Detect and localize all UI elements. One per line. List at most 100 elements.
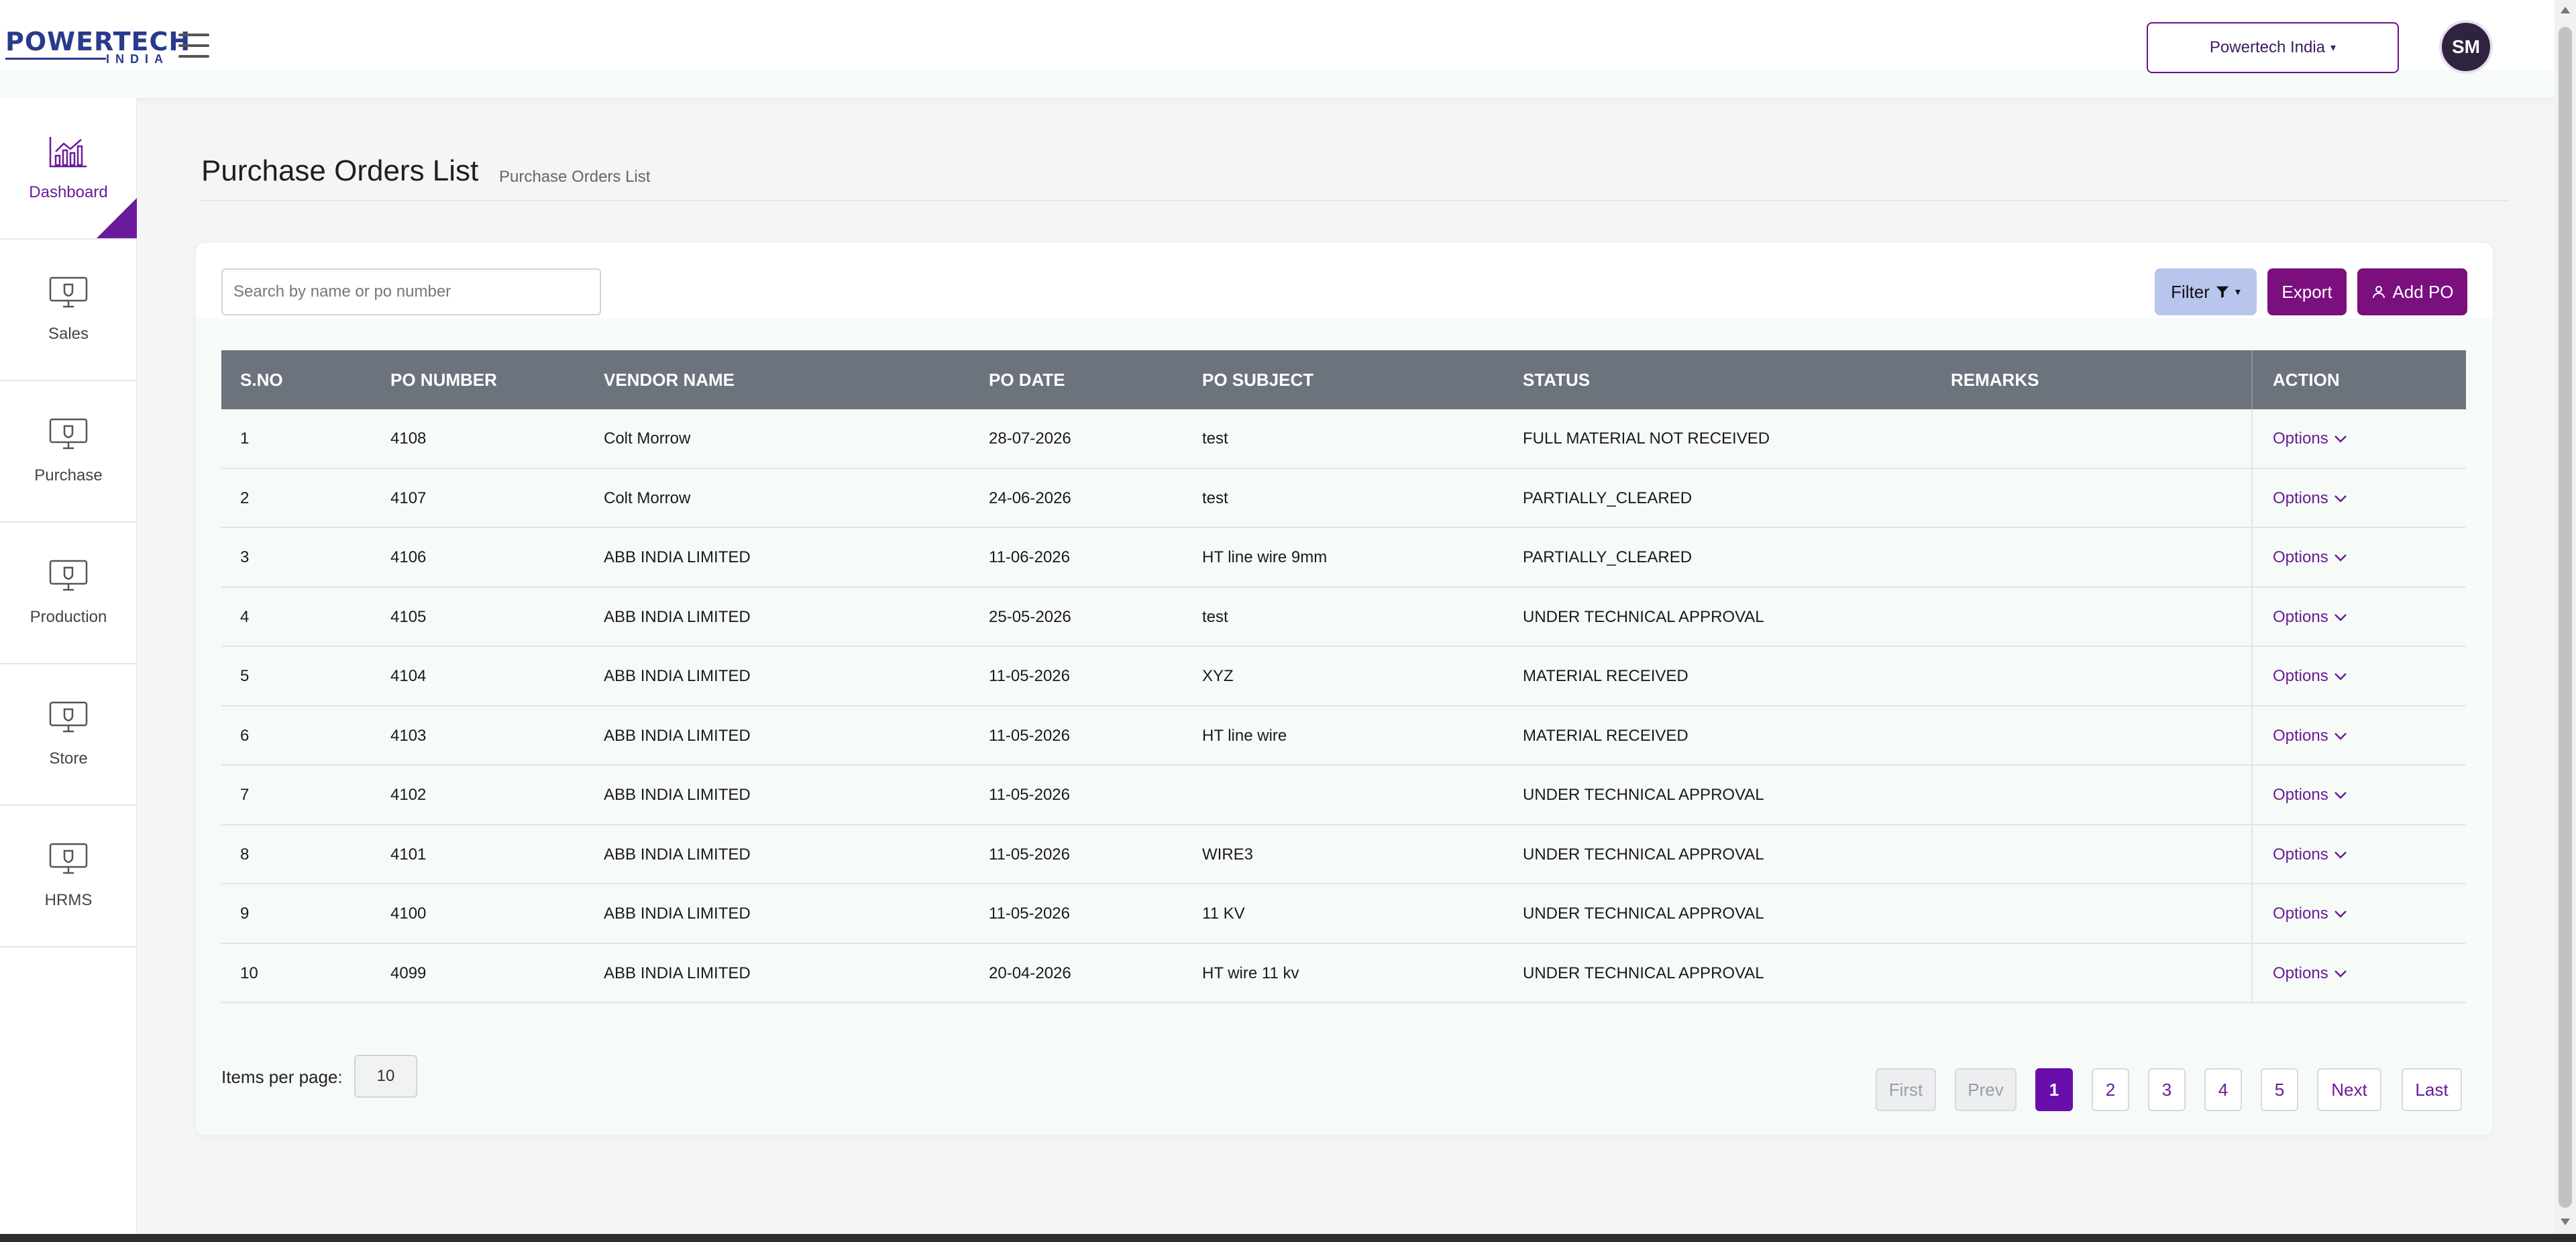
status-cell: PARTIALLY_CLEARED	[1523, 548, 1693, 566]
row-options-dropdown[interactable]: Options	[2273, 647, 2347, 706]
sidebar-item-store[interactable]: Store	[0, 664, 137, 806]
po-date-cell: 11-05-2026	[989, 726, 1070, 745]
po-number-cell: 4107	[390, 488, 427, 507]
table-row: 9 4100 ABB INDIA LIMITED 11-05-2026 11 KV UND…	[221, 884, 2466, 944]
hamburger-menu-icon[interactable]	[178, 34, 209, 58]
action-column-separator	[2251, 706, 2253, 766]
po-date-cell: 11-05-2026	[989, 667, 1070, 685]
vendor-name-cell: ABB INDIA LIMITED	[604, 964, 751, 982]
row-options-dropdown[interactable]: Options	[2273, 766, 2347, 825]
filter-button-label: Filter	[2171, 281, 2210, 302]
column-header-po-subject: PO SUBJECT	[1202, 370, 1314, 390]
user-avatar[interactable]: SM	[2439, 20, 2493, 74]
avatar-initials: SM	[2452, 36, 2480, 57]
column-header-vendor-name: VENDOR NAME	[604, 370, 735, 390]
status-cell: MATERIAL RECEIVED	[1523, 726, 1688, 745]
page-button-2[interactable]: 2	[2092, 1068, 2129, 1111]
chevron-down-icon	[2334, 731, 2347, 741]
items-per-page-select[interactable]: 10	[354, 1055, 417, 1098]
column-header-po-date: PO DATE	[989, 370, 1065, 390]
row-options-dropdown[interactable]: Options	[2273, 409, 2347, 468]
options-label: Options	[2273, 845, 2328, 864]
options-label: Options	[2273, 904, 2328, 923]
status-cell: UNDER TECHNICAL APPROVAL	[1523, 845, 1764, 864]
page-button-3[interactable]: 3	[2148, 1068, 2186, 1111]
sidebar-item-label: Production	[30, 608, 107, 626]
table-row: 3 4106 ABB INDIA LIMITED 11-06-2026 HT line …	[221, 528, 2466, 588]
first-page-button[interactable]: First	[1876, 1068, 1936, 1111]
row-options-dropdown[interactable]: Options	[2273, 528, 2347, 587]
caret-down-icon: ▾	[2330, 42, 2337, 54]
options-label: Options	[2273, 548, 2328, 566]
po-date-cell: 25-05-2026	[989, 607, 1071, 626]
po-subject-cell: test	[1202, 607, 1228, 626]
status-cell: UNDER TECHNICAL APPROVAL	[1523, 607, 1764, 626]
export-button[interactable]: Export	[2267, 268, 2347, 315]
filter-button[interactable]: Filter ▾	[2155, 268, 2257, 315]
sidebar-item-purchase[interactable]: Purchase	[0, 381, 137, 523]
action-column-separator	[2251, 825, 2253, 884]
items-per-page-label: Items per page:	[221, 1067, 343, 1087]
scrollbar-thumb[interactable]	[2559, 27, 2572, 1208]
table-row: 7 4102 ABB INDIA LIMITED 11-05-2026 UNDER TE…	[221, 766, 2466, 825]
scroll-down-arrow-icon[interactable]	[2561, 1219, 2570, 1225]
status-cell: UNDER TECHNICAL APPROVAL	[1523, 964, 1764, 982]
row-options-dropdown[interactable]: Options	[2273, 469, 2347, 528]
po-number-cell: 4106	[390, 548, 427, 566]
vertical-scrollbar[interactable]	[2555, 0, 2576, 1234]
options-label: Options	[2273, 488, 2328, 507]
last-page-button[interactable]: Last	[2402, 1068, 2462, 1111]
page-button-5[interactable]: 5	[2261, 1068, 2298, 1111]
po-subject-cell: 11 KV	[1202, 904, 1245, 923]
po-number-cell: 4103	[390, 726, 427, 745]
action-column-separator	[2251, 766, 2253, 825]
vendor-name-cell: ABB INDIA LIMITED	[604, 845, 751, 864]
options-label: Options	[2273, 607, 2328, 626]
next-page-button[interactable]: Next	[2317, 1068, 2381, 1111]
row-options-dropdown[interactable]: Options	[2273, 707, 2347, 766]
vendor-name-cell: ABB INDIA LIMITED	[604, 667, 751, 685]
sidebar-item-production[interactable]: Production	[0, 523, 137, 664]
sidebar-item-dashboard[interactable]: Dashboard	[0, 98, 137, 240]
title-divider	[201, 200, 2509, 201]
page-button-1[interactable]: 1	[2035, 1068, 2073, 1111]
prev-page-button[interactable]: Prev	[1955, 1068, 2017, 1111]
header-strip	[0, 70, 2555, 98]
po-subject-cell: WIRE3	[1202, 845, 1254, 864]
sno-cell: 10	[240, 964, 258, 982]
vendor-name-cell: ABB INDIA LIMITED	[604, 548, 751, 566]
chevron-down-icon	[2334, 553, 2347, 562]
sidebar-item-sales[interactable]: Sales	[0, 240, 137, 381]
row-options-dropdown[interactable]: Options	[2273, 825, 2347, 884]
sidebar-item-hrms[interactable]: HRMS	[0, 806, 137, 947]
chevron-down-icon	[2334, 494, 2347, 503]
po-date-cell: 11-05-2026	[989, 786, 1070, 804]
sno-cell: 2	[240, 488, 250, 507]
scroll-up-arrow-icon[interactable]	[2561, 7, 2570, 13]
po-number-cell: 4102	[390, 786, 427, 804]
sidebar-item-label: Dashboard	[29, 183, 108, 201]
organization-selector[interactable]: Powertech India ▾	[2147, 22, 2399, 73]
options-label: Options	[2273, 726, 2328, 745]
row-options-dropdown[interactable]: Options	[2273, 588, 2347, 647]
sidebar-item-label: Store	[49, 749, 88, 768]
export-button-label: Export	[2282, 281, 2332, 302]
po-date-cell: 11-06-2026	[989, 548, 1070, 566]
sno-cell: 6	[240, 726, 250, 745]
column-header-s-no: S.NO	[240, 370, 283, 390]
column-header-remarks: REMARKS	[1951, 370, 2039, 390]
add-po-button[interactable]: Add PO	[2357, 268, 2467, 315]
row-options-dropdown[interactable]: Options	[2273, 944, 2347, 1003]
chevron-down-icon	[2334, 672, 2347, 681]
search-input[interactable]	[221, 268, 601, 315]
sno-cell: 5	[240, 667, 250, 685]
page-title: Purchase Orders List	[201, 154, 479, 187]
page-button-4[interactable]: 4	[2204, 1068, 2242, 1111]
po-date-cell: 20-04-2026	[989, 964, 1071, 982]
row-options-dropdown[interactable]: Options	[2273, 884, 2347, 943]
action-column-separator	[2251, 943, 2253, 1003]
vendor-name-cell: Colt Morrow	[604, 488, 691, 507]
company-logo[interactable]: POWERTECH INDIA	[5, 27, 190, 68]
sidebar-item-label: HRMS	[44, 891, 93, 909]
organization-selector-label: Powertech India	[2209, 38, 2326, 56]
